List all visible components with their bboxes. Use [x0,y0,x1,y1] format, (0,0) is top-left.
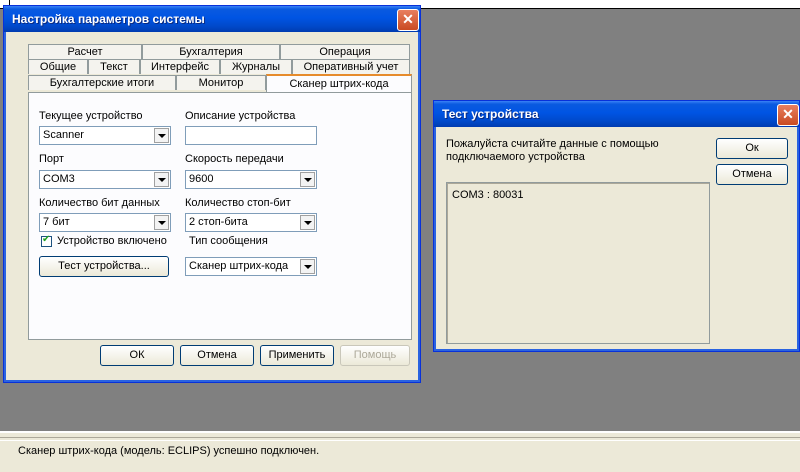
baud-label: Скорость передачи [185,153,284,165]
test-device-title: Тест устройства [442,107,539,121]
status-text: Сканер штрих-кода (модель: ECLIPS) успеш… [18,445,320,457]
tab-monitor[interactable]: Монитор [176,75,266,90]
data-bits-value: 7 бит [43,216,70,228]
current-device-value: Scanner [43,129,84,141]
status-bar: Сканер штрих-кода (модель: ECLIPS) успеш… [0,431,800,472]
test-cancel-button[interactable]: Отмена [716,164,788,185]
tab-interfeis[interactable]: Интерфейс [140,59,220,74]
device-output-box: COM3 : 80031 [446,182,710,344]
settings-window: Настройка параметров системы ✕ Расчет Бу… [3,5,421,383]
message-type-value: Сканер штрих-кода [189,260,289,272]
chevron-down-icon[interactable] [154,128,169,143]
device-enabled-checkbox[interactable] [41,234,52,247]
current-device-label: Текущее устройство [39,110,143,122]
test-device-button[interactable]: Тест устройства... [39,256,169,277]
tab-obshie[interactable]: Общие [28,59,88,74]
tab-tekst[interactable]: Текст [88,59,140,74]
help-button: Помощь [340,345,410,366]
test-device-titlebar[interactable]: Тест устройства ✕ [434,101,799,127]
chevron-down-icon[interactable] [300,215,315,230]
data-bits-select[interactable]: 7 бит [39,213,171,232]
port-select[interactable]: COM3 [39,170,171,189]
stop-bits-value: 2 стоп-бита [189,216,248,228]
tab-raschet[interactable]: Расчет [28,44,142,59]
port-value: COM3 [43,173,75,185]
chevron-down-icon[interactable] [154,172,169,187]
test-ok-button[interactable]: Ок [716,138,788,159]
tab-operaciya[interactable]: Операция [280,44,410,59]
message-type-label: Тип сообщения [189,235,268,247]
test-device-window: Тест устройства ✕ Пожалуйста считайте да… [433,100,800,352]
tab-buhgalteriya[interactable]: Бухгалтерия [142,44,280,59]
instruction-text: Пожалуйста считайте данные с помощью под… [446,138,659,163]
tab-panel: Текущее устройство Scanner Описание устр… [28,92,412,340]
chevron-down-icon[interactable] [154,215,169,230]
device-enabled-label: Устройство включено [57,235,167,247]
tab-zhurnaly[interactable]: Журналы [220,59,292,74]
tab-skaner-shtrih-koda[interactable]: Сканер штрих-кода [266,74,412,92]
current-device-select[interactable]: Scanner [39,126,171,145]
device-description-label: Описание устройства [185,110,296,122]
stop-bits-label: Количество стоп-бит [185,197,291,209]
chevron-down-icon[interactable] [300,259,315,274]
cancel-button[interactable]: Отмена [180,345,254,366]
baud-value: 9600 [189,173,214,185]
close-icon[interactable]: ✕ [777,104,799,126]
tab-buhgalterskie-itogi[interactable]: Бухгалтерские итоги [28,75,176,90]
baud-select[interactable]: 9600 [185,170,317,189]
settings-window-title: Настройка параметров системы [12,12,205,26]
apply-button[interactable]: Применить [260,345,334,366]
stop-bits-select[interactable]: 2 стоп-бита [185,213,317,232]
device-description-field[interactable] [185,126,317,145]
status-separator [0,437,800,441]
data-bits-label: Количество бит данных [39,197,160,209]
port-label: Порт [39,153,64,165]
device-output-text: COM3 : 80031 [452,189,524,201]
chevron-down-icon[interactable] [300,172,315,187]
close-icon[interactable]: ✕ [397,9,419,31]
settings-titlebar[interactable]: Настройка параметров системы ✕ [4,6,420,32]
tab-operativnyi-uchet[interactable]: Оперативный учет [292,59,410,74]
message-type-select[interactable]: Сканер штрих-кода [185,257,317,276]
ok-button[interactable]: ОК [100,345,174,366]
